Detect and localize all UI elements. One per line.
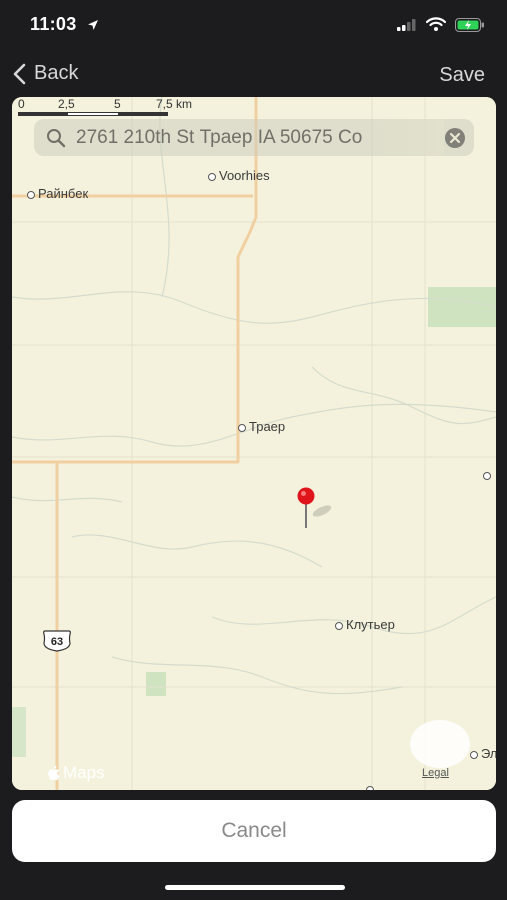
map-pin-icon[interactable] (296, 487, 336, 537)
scale-label: 7,5 km (156, 97, 193, 111)
legal-link[interactable]: Legal (422, 767, 449, 779)
chevron-left-icon (13, 63, 26, 84)
status-time: 11:03 (30, 14, 77, 34)
scale-label: 5 (114, 97, 121, 111)
scale-label: 2,5 (58, 97, 75, 111)
home-indicator (165, 885, 345, 890)
navigation-bar: Back Save (0, 52, 507, 96)
scale-label: 0 (18, 97, 25, 111)
wifi-icon (425, 17, 447, 36)
search-input[interactable]: 2761 210th St Траер IA 50675 Co (34, 119, 474, 156)
clear-icon[interactable] (444, 127, 466, 154)
map-view[interactable]: 0 2,5 5 7,5 km 2761 210th St Траер IA 50… (12, 97, 496, 790)
back-label: Back (34, 62, 79, 84)
search-icon (46, 128, 66, 153)
place-label-voorhies[interactable]: Voorhies (208, 168, 270, 183)
status-bar: 11:03 (0, 0, 507, 50)
scale-ruler (18, 112, 168, 116)
park-area (146, 672, 166, 696)
park-area (12, 707, 26, 757)
location-arrow-icon (87, 18, 99, 36)
apple-logo-icon (48, 765, 60, 781)
maps-logo-text: Maps (63, 763, 105, 782)
place-label-rainbeck[interactable]: Райнбек (27, 186, 88, 201)
maps-logo: Maps (47, 763, 105, 783)
place-label-el[interactable]: Эл (470, 746, 496, 761)
place-marker (366, 781, 377, 790)
cancel-button[interactable]: Cancel (12, 800, 496, 862)
place-label-traer[interactable]: Траер (238, 419, 285, 434)
place-label-clutier[interactable]: Клутьер (335, 617, 395, 632)
battery-charging-icon (455, 18, 485, 37)
park-area (428, 287, 496, 327)
svg-text:63: 63 (51, 636, 63, 648)
user-location-button[interactable] (410, 720, 470, 768)
signal-icon (397, 18, 417, 36)
back-button[interactable]: Back (12, 62, 78, 85)
place-marker (483, 467, 494, 482)
map-scale-bar: 0 2,5 5 7,5 km (18, 97, 218, 121)
save-button[interactable]: Save (439, 64, 485, 87)
route-shield: 63 (42, 630, 72, 657)
